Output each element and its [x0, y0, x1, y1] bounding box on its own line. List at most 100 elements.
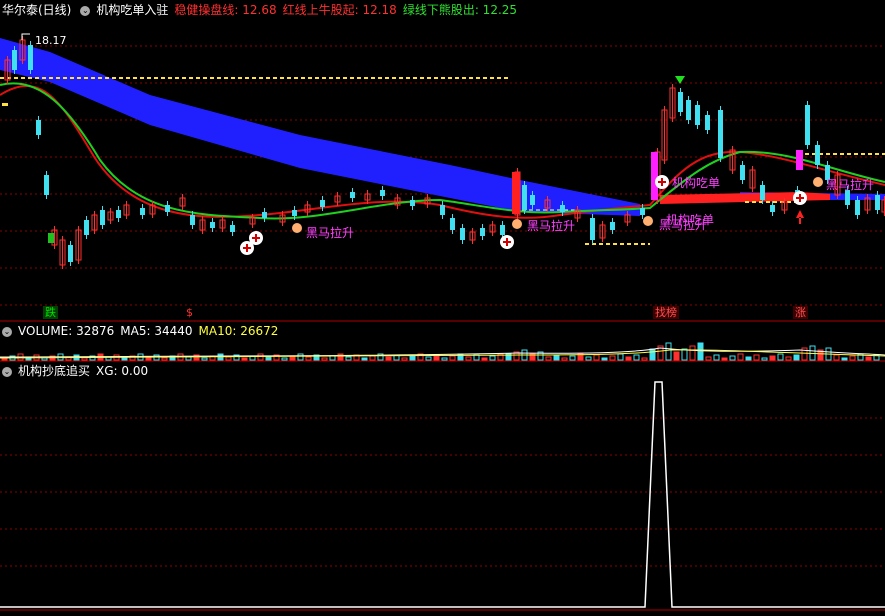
candle-body: [36, 120, 41, 135]
volume-bar: [201, 357, 208, 361]
volume-bar: [841, 357, 848, 361]
volume-bar: [713, 354, 720, 361]
volume-bar: [793, 354, 800, 361]
volume-bar: [601, 357, 608, 361]
candle-body: [815, 145, 820, 165]
volume-bar: [609, 355, 616, 361]
candle-body: [210, 222, 215, 228]
sub-indicator-value: XG: 0.00: [96, 364, 149, 378]
signal-label: 机构吃单: [672, 176, 721, 190]
candle-body: [610, 222, 615, 230]
candle-body: [760, 185, 765, 200]
volume-bar: [265, 356, 272, 361]
candle-body: [380, 190, 385, 196]
volume-bar: [321, 357, 328, 361]
volume-bar: [481, 357, 488, 361]
volume-bar: [769, 355, 776, 361]
candle-body: [460, 228, 465, 240]
bottom-tag: $: [186, 306, 193, 319]
signal-label: 机构吃单: [666, 213, 715, 227]
volume-bar: [569, 355, 576, 361]
bottom-tag: 涨: [793, 306, 808, 319]
candle-body: [350, 192, 355, 198]
chevron-down-icon[interactable]: ⌄: [2, 326, 12, 337]
sub-indicator-header: ⌄ 机构抄底追买 XG: 0.00: [2, 362, 154, 380]
bottom-tag: 跌: [43, 306, 58, 319]
volume-bar: [665, 342, 672, 361]
thumb-icon: [813, 177, 823, 187]
signal-label: 黑马拉升: [306, 226, 355, 240]
volume-bar: [185, 356, 192, 361]
candle-body: [12, 50, 17, 70]
volume-bar: [633, 354, 640, 361]
candle-body: [84, 220, 89, 235]
candle-body: [530, 195, 535, 205]
volume-bar: [761, 357, 768, 361]
candle-body: [320, 200, 325, 207]
candle-body: [450, 218, 455, 230]
volume-bar: [593, 354, 600, 361]
volume-bar: [705, 356, 712, 361]
candle-body: [770, 205, 775, 212]
volume-bar: [729, 355, 736, 361]
volume-bar: [385, 356, 392, 361]
volume-bar: [753, 354, 760, 361]
volume-bar: [297, 353, 304, 361]
xg-line: [0, 381, 885, 608]
volume-bar: [649, 348, 656, 361]
high-price-label: 18.17: [35, 34, 67, 47]
volume-bar: [489, 355, 496, 361]
volume-bar: [449, 355, 456, 361]
candle-body: [560, 205, 565, 212]
candle-body: [718, 110, 723, 158]
candle-body: [740, 165, 745, 180]
price-chart[interactable]: [0, 0, 885, 616]
volume-label: VOLUME: 32876: [18, 324, 115, 338]
volume-bar: [225, 356, 232, 361]
candle-body: [262, 212, 267, 218]
candle-body: [410, 200, 415, 206]
candle-body: [855, 200, 860, 215]
volume-bar: [785, 356, 792, 361]
bottom-tag: 找榜: [653, 306, 679, 319]
volume-bar: [737, 353, 744, 361]
candle-body: [190, 215, 195, 225]
volume-bar: [697, 342, 704, 361]
signal-label: 黑马拉升: [826, 178, 875, 192]
volume-bar: [369, 355, 376, 361]
volume-bar: [81, 357, 88, 361]
signal-label: 黑马拉升: [527, 219, 576, 233]
candle-body: [651, 152, 658, 200]
volume-bar: [553, 354, 560, 361]
candle-body: [480, 228, 485, 236]
volume-bar: [401, 357, 408, 361]
candle-body: [875, 195, 880, 210]
candle-body: [165, 205, 170, 212]
candle-body: [796, 150, 803, 170]
candle-body: [805, 105, 810, 145]
candle-body: [845, 190, 850, 205]
candle-body: [68, 245, 73, 262]
volume-bar: [833, 354, 840, 361]
volume-bar: [585, 356, 592, 361]
thumb-icon: [643, 216, 653, 226]
volume-bar: [425, 356, 432, 361]
candle-body: [116, 210, 121, 218]
volume-bar: [777, 353, 784, 361]
candle-body: [686, 100, 691, 120]
chevron-down-icon[interactable]: ⌄: [2, 366, 12, 377]
candle-body: [678, 92, 683, 112]
volume-ma10: MA10: 26672: [198, 324, 279, 338]
thumb-icon: [512, 219, 522, 229]
sub-indicator-name[interactable]: 机构抄底追买: [18, 364, 90, 378]
volume-bar: [681, 348, 688, 361]
candle-body: [640, 208, 645, 215]
volume-bar: [865, 356, 872, 361]
volume-bar: [329, 355, 336, 361]
volume-bar: [241, 357, 248, 361]
candle-body: [48, 233, 54, 243]
volume-bar: [121, 357, 128, 361]
volume-bar: [161, 357, 168, 361]
candle-body: [522, 185, 527, 210]
volume-bar: [441, 357, 448, 361]
